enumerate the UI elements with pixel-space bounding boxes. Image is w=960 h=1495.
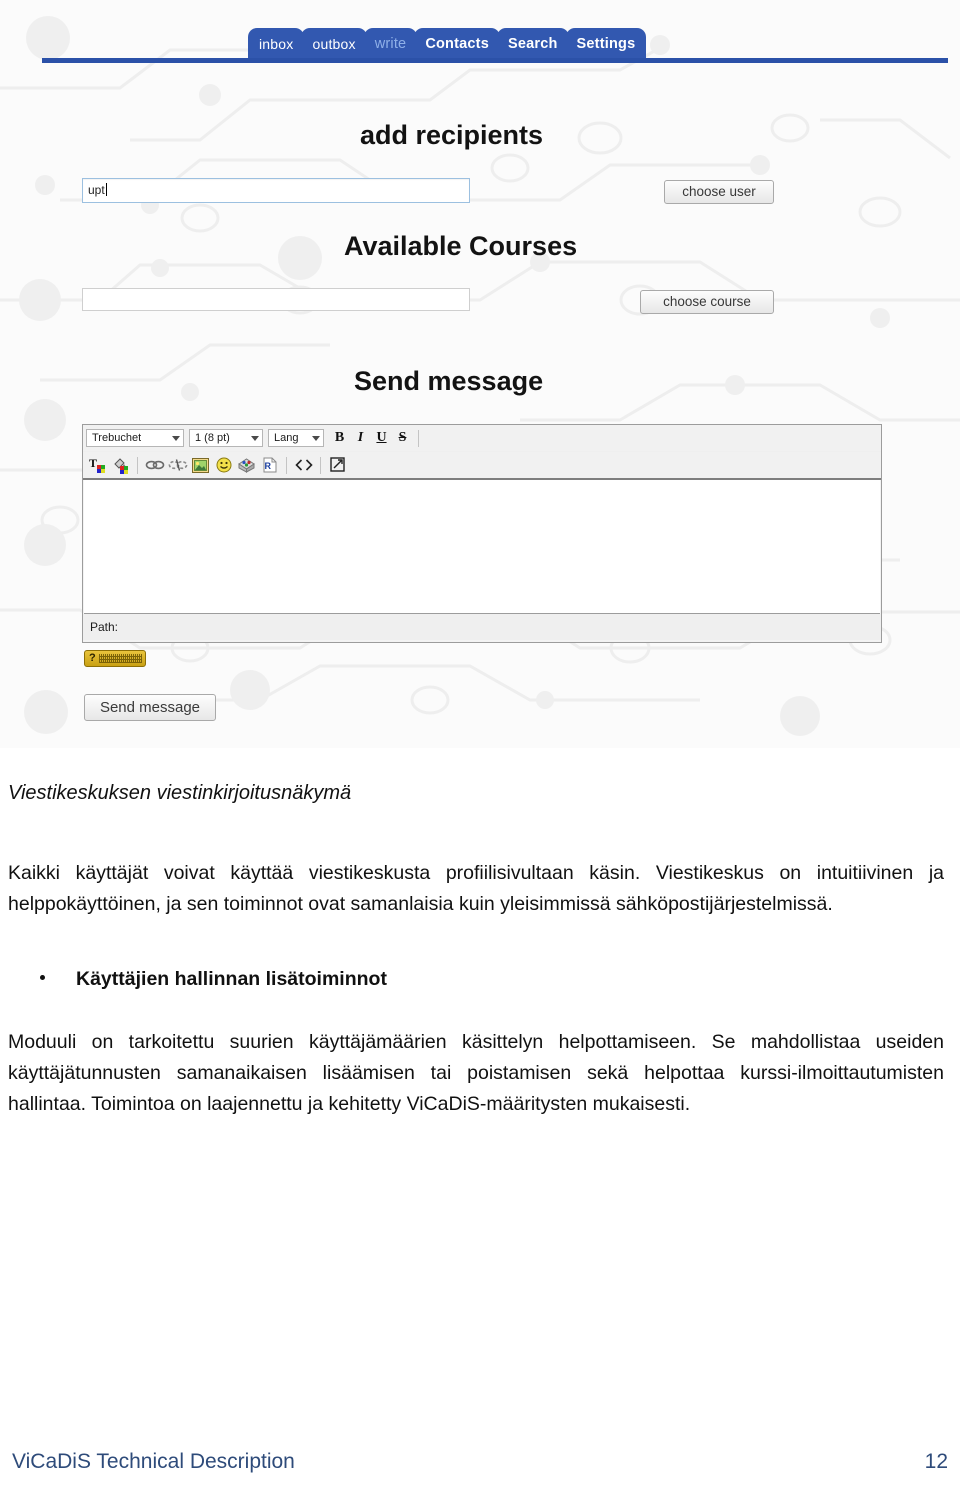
screenshot-panel: inbox outbox write Contacts Search Setti…: [0, 0, 960, 748]
toolbar-separator: [320, 456, 321, 474]
bold-button[interactable]: B: [329, 428, 350, 448]
choose-course-button[interactable]: choose course: [640, 290, 774, 314]
mail-tab-bar: inbox outbox write Contacts Search Setti…: [0, 27, 960, 63]
svg-text:T: T: [89, 456, 97, 470]
font-family-value: Trebuchet: [92, 432, 142, 444]
language-value: Lang: [274, 432, 299, 444]
tab-bar-underline: [42, 58, 948, 63]
course-input[interactable]: [82, 288, 470, 311]
question-mark-icon: ?: [89, 652, 96, 664]
recipient-input[interactable]: upt: [82, 178, 470, 203]
font-size-select[interactable]: 1 (8 pt): [189, 429, 263, 447]
footer-page-number: 12: [924, 1450, 948, 1473]
tab-list: inbox outbox write Contacts Search Setti…: [248, 27, 647, 60]
send-message-button[interactable]: Send message: [84, 694, 216, 721]
font-size-value: 1 (8 pt): [195, 432, 230, 444]
tab-search[interactable]: Search: [496, 28, 569, 60]
text-caret: [105, 183, 107, 196]
figure-caption: Viestikeskuksen viestinkirjoitusnäkymä: [8, 782, 352, 804]
toolbar-separator: [137, 456, 138, 474]
tab-outbox[interactable]: outbox: [301, 28, 367, 60]
add-recipients-heading: add recipients: [360, 120, 544, 150]
language-select[interactable]: Lang: [268, 429, 324, 447]
available-courses-heading: Available Courses: [344, 231, 578, 261]
tab-settings[interactable]: Settings: [565, 28, 647, 60]
bullet-dot-icon: [40, 975, 45, 980]
paragraph-1: Kaikki käyttäjät voivat käyttää viestike…: [8, 862, 944, 915]
insert-media-icon[interactable]: [235, 454, 258, 476]
insert-image-icon[interactable]: [189, 454, 212, 476]
chevron-down-icon: [172, 435, 180, 441]
editor-toolbar-row-1: Trebuchet 1 (8 pt) Lang B I U S: [83, 425, 881, 452]
chevron-down-icon: [251, 435, 259, 441]
background-color-icon[interactable]: [109, 454, 132, 476]
tab-inbox[interactable]: inbox: [248, 28, 305, 60]
insert-link-icon[interactable]: [143, 454, 166, 476]
chevron-down-icon: [312, 435, 320, 441]
bullet-heading: Käyttäjien hallinnan lisätoiminnot: [76, 968, 387, 990]
rich-text-editor: Trebuchet 1 (8 pt) Lang B I U S T R Path…: [82, 424, 882, 643]
toolbar-separator: [418, 429, 419, 447]
tab-write[interactable]: write: [363, 28, 418, 60]
page-footer: ViCaDiS Technical Description 12: [0, 1447, 960, 1477]
footer-title: ViCaDiS Technical Description: [12, 1450, 295, 1473]
source-code-icon[interactable]: [292, 454, 315, 476]
help-badge-pattern: [98, 654, 142, 663]
help-badge[interactable]: ?: [84, 650, 146, 667]
editor-path-statusbar: Path:: [83, 614, 881, 640]
font-family-select[interactable]: Trebuchet: [86, 429, 184, 447]
unlink-icon[interactable]: [166, 454, 189, 476]
editor-content-area[interactable]: [84, 480, 880, 614]
svg-text:R: R: [264, 461, 271, 471]
choose-user-button[interactable]: choose user: [664, 180, 774, 204]
recipient-input-value: upt: [88, 183, 105, 197]
italic-button[interactable]: I: [350, 428, 371, 448]
strikethrough-button[interactable]: S: [392, 428, 413, 448]
text-color-icon[interactable]: T: [86, 454, 109, 476]
fullscreen-icon[interactable]: [326, 454, 349, 476]
editor-toolbar-row-2: T R: [83, 452, 881, 480]
paragraph-2: Moduuli on tarkoitettu suurien käyttäjäm…: [8, 1031, 944, 1115]
toolbar-separator: [286, 456, 287, 474]
underline-button[interactable]: U: [371, 428, 392, 448]
insert-emoticon-icon[interactable]: [212, 454, 235, 476]
insert-document-icon[interactable]: R: [258, 454, 281, 476]
send-message-heading: Send message: [354, 366, 544, 396]
tab-contacts[interactable]: Contacts: [414, 28, 500, 60]
bullet-list-item: Käyttäjien hallinnan lisätoiminnot: [40, 968, 387, 991]
